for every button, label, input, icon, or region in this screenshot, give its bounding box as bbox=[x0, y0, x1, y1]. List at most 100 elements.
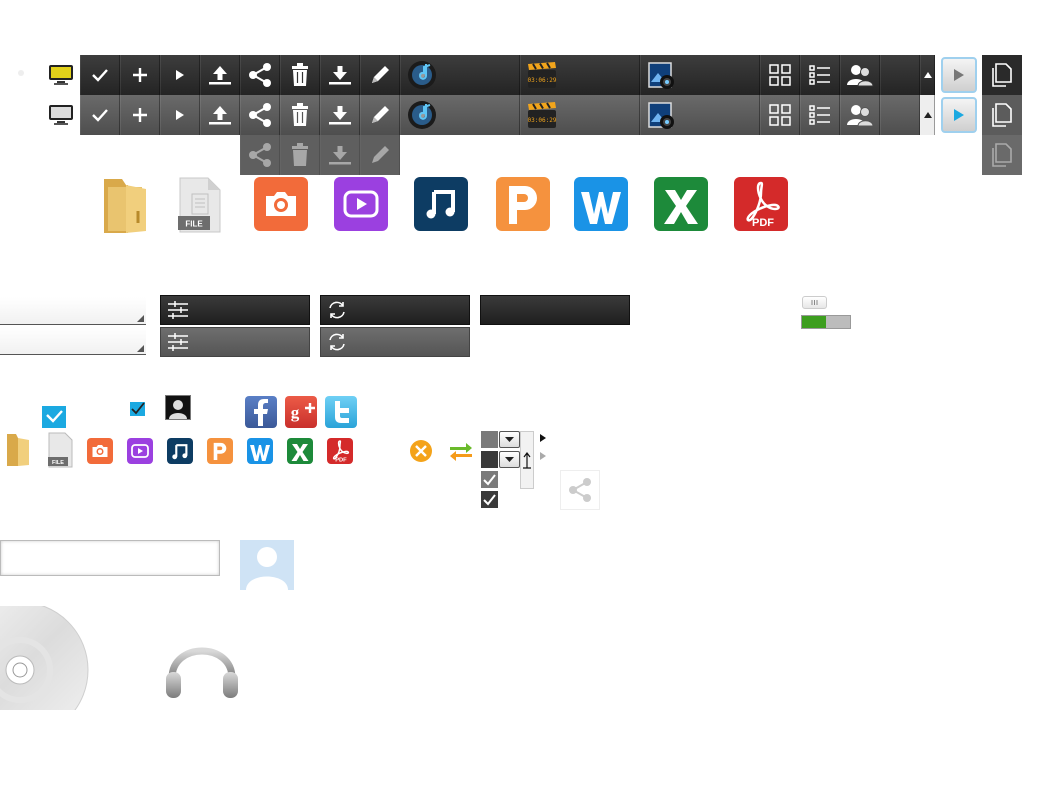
refresh-button-grey[interactable] bbox=[320, 327, 470, 357]
file-icon-small[interactable]: FILE bbox=[46, 432, 74, 468]
toolbar-strip-grey: 03:06:29 bbox=[80, 95, 935, 135]
users-button[interactable] bbox=[840, 95, 880, 135]
checkbox-dark-checked[interactable] bbox=[481, 491, 498, 508]
photo-tab[interactable] bbox=[640, 95, 760, 135]
music-app-icon-small[interactable] bbox=[167, 438, 193, 464]
delete-button[interactable] bbox=[280, 95, 320, 135]
sync-arrows-icon[interactable] bbox=[448, 441, 474, 463]
pdf-label: PDF bbox=[752, 217, 774, 229]
faint-dot-icon bbox=[16, 68, 26, 78]
svg-text:03:06:29: 03:06:29 bbox=[528, 117, 557, 124]
copy-button-grey[interactable] bbox=[982, 95, 1022, 135]
add-button[interactable] bbox=[120, 95, 160, 135]
list-view-button[interactable] bbox=[800, 55, 840, 95]
play-button[interactable] bbox=[160, 95, 200, 135]
folder-icon[interactable] bbox=[98, 175, 154, 237]
toggle-switch[interactable] bbox=[801, 315, 851, 329]
clapperboard-icon: 03:06:29 bbox=[527, 61, 557, 89]
download-button[interactable] bbox=[320, 55, 360, 95]
avatar-placeholder[interactable] bbox=[240, 540, 294, 590]
checkbox-small-checked[interactable] bbox=[130, 402, 145, 416]
share-button-light[interactable] bbox=[560, 470, 600, 510]
svg-text:03:06:29: 03:06:29 bbox=[528, 77, 557, 84]
upload-button[interactable] bbox=[200, 95, 240, 135]
checkbox-grey-checked[interactable] bbox=[481, 471, 498, 488]
dropdown-panel bbox=[520, 431, 534, 489]
text-input[interactable] bbox=[0, 540, 220, 576]
video-tab[interactable]: 03:06:29 bbox=[520, 55, 640, 95]
slider-handle[interactable] bbox=[802, 296, 827, 309]
camera-app-icon[interactable] bbox=[254, 177, 308, 231]
facebook-icon[interactable] bbox=[245, 396, 277, 428]
grid-view-button[interactable] bbox=[760, 55, 800, 95]
folder-icon-small[interactable] bbox=[4, 432, 32, 468]
blank-dark-button[interactable] bbox=[480, 295, 630, 325]
check-button[interactable] bbox=[80, 55, 120, 95]
users-button[interactable] bbox=[840, 55, 880, 95]
grid-view-button[interactable] bbox=[760, 95, 800, 135]
excel-app-icon-small[interactable] bbox=[287, 438, 313, 464]
clapperboard-icon: 03:06:29 bbox=[527, 101, 557, 129]
close-circle-icon[interactable] bbox=[409, 439, 433, 463]
play-button[interactable] bbox=[160, 55, 200, 95]
dropdown-toggle-button[interactable] bbox=[499, 451, 520, 468]
checkbox-large-checked[interactable] bbox=[42, 406, 66, 428]
dropdown-select-2[interactable] bbox=[0, 327, 146, 355]
list-view-button[interactable] bbox=[800, 95, 840, 135]
upload-button[interactable] bbox=[200, 55, 240, 95]
scroll-up-button[interactable] bbox=[920, 95, 935, 135]
presentation-app-icon[interactable] bbox=[496, 177, 550, 231]
sliders-icon bbox=[167, 333, 189, 351]
music-app-icon[interactable] bbox=[414, 177, 468, 231]
camera-app-icon-small[interactable] bbox=[87, 438, 113, 464]
file-label: FILE bbox=[185, 220, 203, 229]
toolbar-strip-dark: 03:06:29 bbox=[80, 55, 935, 95]
presentation-app-icon-small[interactable] bbox=[207, 438, 233, 464]
dropdown-corner-icon bbox=[137, 345, 144, 352]
video-app-icon[interactable] bbox=[334, 177, 388, 231]
pdf-app-icon[interactable]: PDF bbox=[734, 177, 788, 231]
headphones-icon bbox=[164, 632, 240, 702]
twitter-icon[interactable] bbox=[325, 396, 357, 428]
refresh-button[interactable] bbox=[320, 295, 470, 325]
file-icon[interactable]: FILE bbox=[176, 176, 224, 234]
google-plus-icon[interactable]: g bbox=[285, 396, 317, 428]
excel-app-icon[interactable] bbox=[654, 177, 708, 231]
settings-sliders-button-grey[interactable] bbox=[160, 327, 310, 357]
toggle-on-fill bbox=[802, 316, 826, 328]
submenu-arrow-icon-grey[interactable] bbox=[540, 452, 546, 460]
pdf-app-icon-small[interactable]: PDF bbox=[327, 438, 353, 464]
monitor-icon[interactable] bbox=[48, 104, 74, 126]
video-tab[interactable]: 03:06:29 bbox=[520, 95, 640, 135]
play-button-blue[interactable] bbox=[941, 97, 977, 133]
download-button-disabled bbox=[320, 135, 360, 175]
delete-button[interactable] bbox=[280, 55, 320, 95]
check-button[interactable] bbox=[80, 95, 120, 135]
download-button[interactable] bbox=[320, 95, 360, 135]
word-app-icon[interactable] bbox=[574, 177, 628, 231]
avatar-small[interactable] bbox=[165, 395, 191, 420]
settings-sliders-button[interactable] bbox=[160, 295, 310, 325]
dropdown-select-1[interactable] bbox=[0, 297, 146, 325]
word-app-icon-small[interactable] bbox=[247, 438, 273, 464]
music-tab[interactable] bbox=[400, 95, 520, 135]
share-button[interactable] bbox=[240, 95, 280, 135]
submenu-arrow-icon[interactable] bbox=[540, 434, 546, 442]
refresh-icon bbox=[327, 300, 347, 320]
delete-button-disabled bbox=[280, 135, 320, 175]
dropdown-toggle-button[interactable] bbox=[499, 431, 520, 448]
svg-text:g: g bbox=[291, 403, 300, 422]
refresh-icon bbox=[327, 332, 347, 352]
share-button[interactable] bbox=[240, 55, 280, 95]
photo-tab[interactable] bbox=[640, 55, 760, 95]
music-tab[interactable] bbox=[400, 55, 520, 95]
scroll-up-button[interactable] bbox=[920, 55, 935, 95]
play-button-grey[interactable] bbox=[941, 57, 977, 93]
add-button[interactable] bbox=[120, 55, 160, 95]
video-app-icon-small[interactable] bbox=[127, 438, 153, 464]
monitor-icon-active[interactable] bbox=[48, 64, 74, 86]
edit-button[interactable] bbox=[360, 55, 400, 95]
music-disc-icon bbox=[407, 100, 437, 130]
edit-button[interactable] bbox=[360, 95, 400, 135]
copy-button-dark[interactable] bbox=[982, 55, 1022, 95]
